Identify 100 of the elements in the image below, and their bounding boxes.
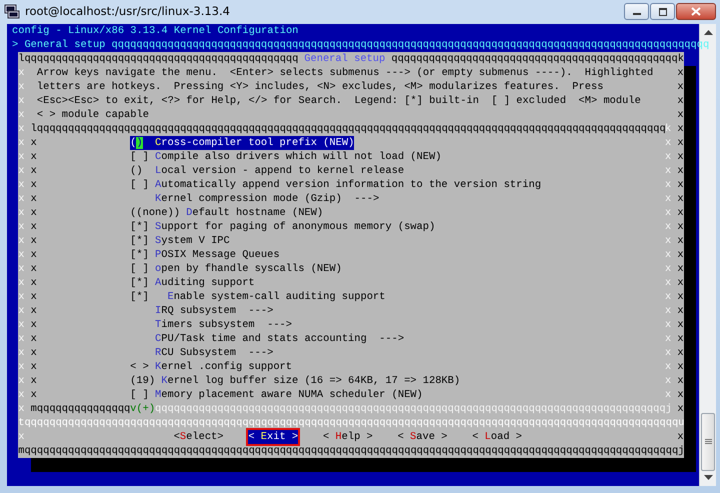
border-char: x	[18, 164, 24, 178]
menu-item[interactable]: Support for paging of anonymous memory (swap)	[155, 220, 435, 234]
border-char: k	[664, 122, 672, 136]
scroll-thumb[interactable]	[701, 413, 715, 471]
menu-item[interactable]: Automatically append version information to the version string	[155, 178, 541, 192]
border-char: x	[30, 220, 37, 234]
border-char: x	[18, 402, 24, 416]
menu-item[interactable]: Timers subsystem --->	[155, 318, 292, 332]
border-char: x	[18, 374, 24, 388]
menu-item[interactable]: open by fhandle syscalls (NEW)	[155, 262, 342, 276]
border-char: x	[677, 388, 684, 402]
option-marker[interactable]: (19)	[130, 374, 156, 388]
border-char: x	[664, 332, 672, 346]
border-char: x	[664, 360, 672, 374]
scroll-down-icon[interactable]	[704, 475, 712, 480]
menu-item[interactable]: Memory placement aware NUMA scheduler (NEW)	[155, 388, 422, 402]
menu-item[interactable]: Kernel .config support	[155, 360, 292, 374]
border-char: x	[664, 290, 672, 304]
menu-item[interactable]: Compile also drivers which will not load (NEW)	[155, 150, 442, 164]
dialog-title: General setup	[304, 52, 386, 66]
option-marker[interactable]: [ ]	[130, 388, 149, 402]
menu-item[interactable]: POSIX Message Queues	[155, 248, 280, 262]
border-char: x	[677, 192, 684, 206]
menu-item[interactable]: Kernel compression mode (Gzip) --->	[155, 192, 379, 206]
border-char: x	[664, 192, 672, 206]
border-char: x	[664, 374, 672, 388]
border-char: x	[18, 206, 24, 220]
border-char: x	[664, 388, 672, 402]
border-char: x	[18, 136, 24, 150]
more-indicator: v(+)	[130, 402, 156, 416]
menu-item[interactable]: CPU/Task time and stats accounting --->	[155, 332, 404, 346]
border-char: x	[18, 178, 24, 192]
border-char: x	[30, 178, 37, 192]
border-char: x	[18, 80, 24, 94]
border-char: x	[18, 234, 24, 248]
border-char: x	[677, 430, 684, 444]
menu-item[interactable]: System V IPC	[155, 234, 230, 248]
option-marker[interactable]: [*]	[130, 290, 149, 304]
minimize-button[interactable]	[624, 3, 649, 20]
border-char: x	[18, 290, 24, 304]
border-char: x	[677, 262, 684, 276]
help-text: letters are hotkeys. Pressing <Y> includes, <N> excludes, <M> modularizes features. Press	[36, 80, 603, 94]
menu-item[interactable]: Local version - append to kernel release	[155, 164, 404, 178]
border-char: x	[677, 346, 684, 360]
border-char: x	[30, 304, 37, 318]
option-marker[interactable]: < >	[130, 360, 149, 374]
help-text: Arrow keys navigate the menu. <Enter> selects submenus ---> (or empty submenus ----). Highlighted	[36, 66, 653, 80]
option-marker[interactable]: ()	[130, 164, 143, 178]
dialog-button[interactable]: < Help >	[322, 430, 373, 444]
menu-border: qqqqqqqqqqqqqqqqqqqqqqqqqqqqqqqqqqqqqqqqqqqqqqqqqqqqqqqqqqqqqqqqqqqqqqqqqqqqqqqqqqj	[155, 402, 672, 416]
border-char: x	[18, 304, 24, 318]
close-button[interactable]	[676, 3, 716, 20]
border-char: x	[18, 248, 24, 262]
dialog-button[interactable]: < Exit >	[248, 430, 298, 444]
dialog-button[interactable]: <Select>	[174, 430, 224, 444]
option-marker[interactable]: [ ]	[130, 262, 149, 276]
border-char: x	[664, 136, 672, 150]
menu-item[interactable]: Default hostname (NEW)	[186, 206, 323, 220]
border-char: x	[664, 178, 672, 192]
option-marker[interactable]: ((none))	[130, 206, 180, 220]
border-char: x	[664, 234, 672, 248]
dialog-button[interactable]: < Load >	[472, 430, 522, 444]
border-char: x	[30, 388, 37, 402]
border-char: x	[18, 122, 24, 136]
dialog-button[interactable]: < Save >	[398, 430, 448, 444]
menu-item[interactable]: Auditing support	[155, 276, 255, 290]
border-char: x	[677, 402, 684, 416]
window-title: root@localhost:/usr/src/linux-3.13.4	[25, 4, 231, 18]
menu-item[interactable]: Enable system-call auditing support	[167, 290, 386, 304]
border-char: x	[30, 262, 37, 276]
border-char: x	[30, 290, 37, 304]
menu-item[interactable]: RCU Subsystem --->	[155, 346, 274, 360]
maximize-button[interactable]	[650, 3, 675, 20]
option-marker[interactable]: [ ]	[130, 178, 149, 192]
option-marker[interactable]: [*]	[130, 276, 149, 290]
border-char: x	[677, 136, 684, 150]
scroll-up-icon[interactable]	[704, 30, 712, 35]
border-char: x	[677, 234, 684, 248]
border-char: x	[677, 276, 684, 290]
border-char: x	[664, 206, 672, 220]
menu-item[interactable]: Cross-compiler tool prefix (NEW)	[155, 136, 354, 150]
border-char: x	[30, 150, 37, 164]
border-char: x	[30, 206, 37, 220]
border-char: x	[18, 220, 24, 234]
option-marker[interactable]: [*]	[130, 220, 149, 234]
border-char: x	[664, 318, 672, 332]
option-marker[interactable]: [ ]	[130, 150, 149, 164]
border-char: x	[677, 66, 684, 80]
border-char: x	[18, 94, 24, 108]
border-char: x	[18, 150, 24, 164]
border-char: x	[677, 220, 684, 234]
terminal-icon	[4, 3, 20, 19]
menu-item[interactable]: Kernel log buffer size (16 => 64KB, 17 => 128KB)	[161, 374, 460, 388]
border-char: x	[677, 360, 684, 374]
option-marker[interactable]: [*]	[130, 234, 149, 248]
option-marker[interactable]: [*]	[130, 248, 149, 262]
border-char: x	[18, 332, 24, 346]
menu-item[interactable]: IRQ subsystem --->	[155, 304, 274, 318]
border-char: x	[18, 430, 24, 444]
border-char: x	[30, 136, 37, 150]
